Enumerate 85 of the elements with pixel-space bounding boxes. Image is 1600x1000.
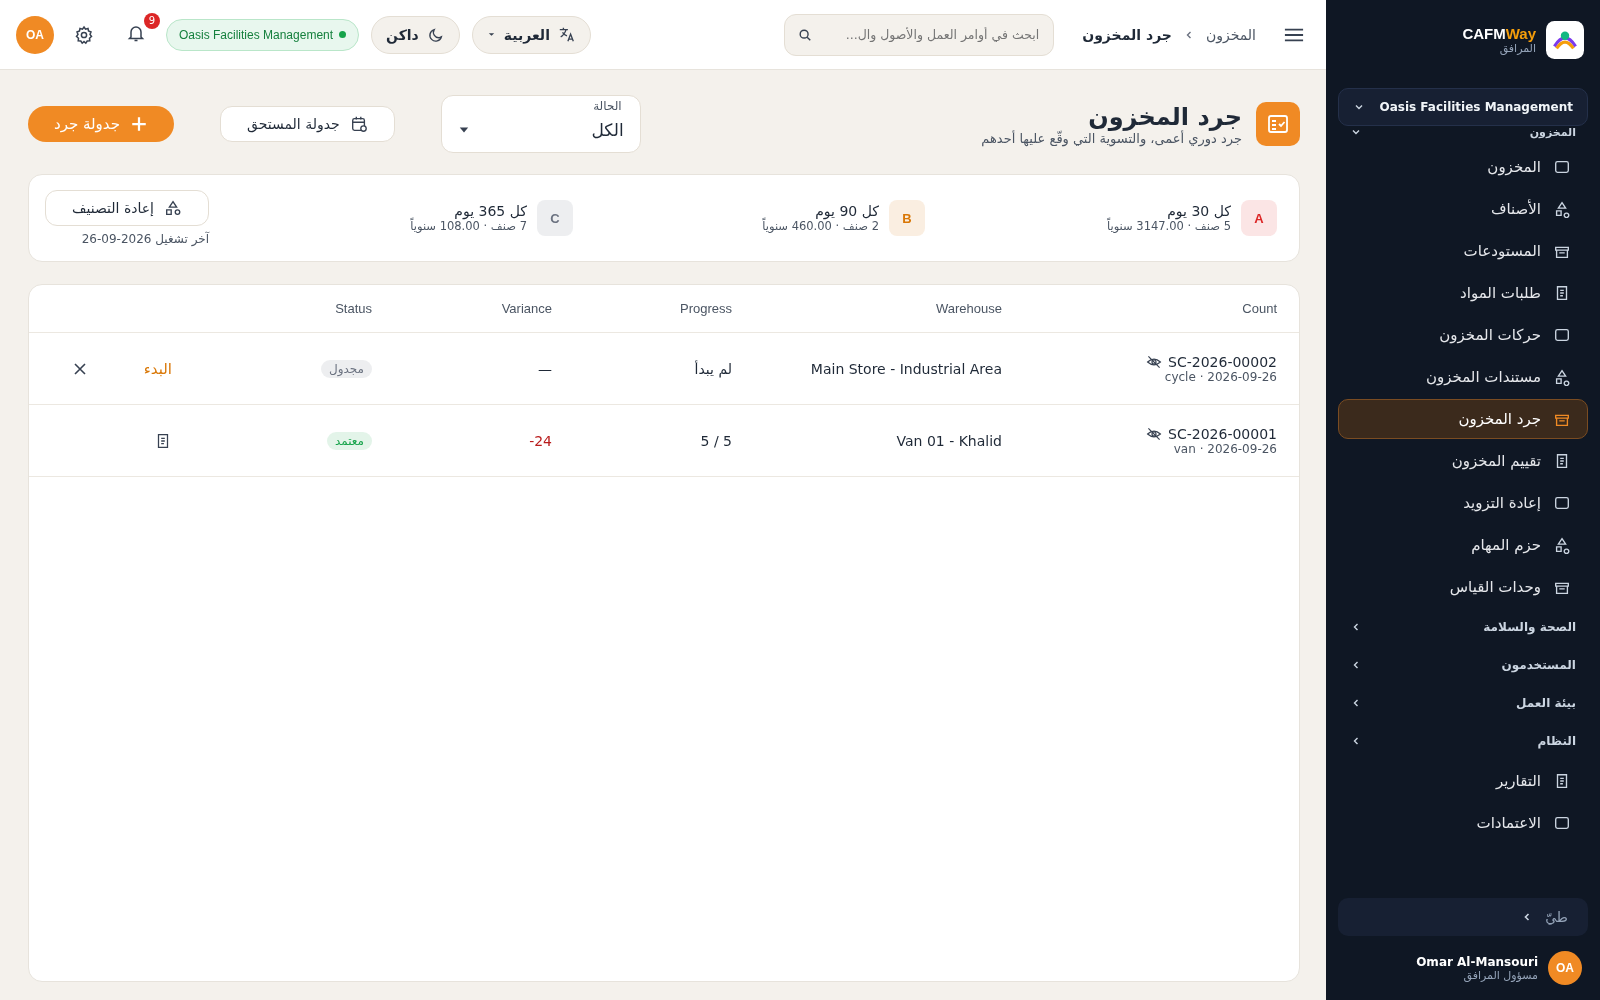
breadcrumb-link[interactable]: المخزون [1205,26,1256,43]
nav-item[interactable]: حركات المخزون [1338,315,1588,355]
search-field[interactable]: ابحث في أوامر العمل والأصول وال... [784,13,1055,56]
user-name: Omar Al-Mansouri [1416,954,1538,969]
nav-item[interactable]: جرد المخزون [1338,399,1588,439]
table-cell-text: لم يبدأ [693,360,732,377]
collapse-button[interactable]: طيّ [1338,898,1588,936]
notification-count: 9 [144,12,160,29]
shapes-icon [1553,200,1571,218]
box-icon [1553,158,1571,176]
nav-item[interactable]: حزم المهام [1338,525,1588,565]
shapes-icon [1553,368,1571,386]
checklist-icon [1256,102,1300,146]
organization-selector[interactable]: Oasis Facilities Management [1338,88,1588,126]
box-icon [1553,814,1571,832]
caret-icon [486,30,496,39]
column-header: Variance [500,301,552,316]
calendar-icon [349,115,368,133]
table-cell-text: -24 [528,432,552,449]
status-filter[interactable]: الحالة الكل [440,95,641,153]
nav-item[interactable]: المخزون [1338,147,1588,187]
column-header: Count [1241,301,1277,316]
language-selector[interactable]: العربية [471,15,591,54]
nav-item[interactable]: التقارير [1338,761,1588,801]
shapes-icon [1553,536,1571,554]
nav-group[interactable]: المستخدمون [1338,646,1588,684]
count-meta: cycle · 2026-09-26 [1164,369,1277,384]
class-summary: 7 صنف · 108.00 سنوياً [410,219,527,233]
nav-item[interactable]: طلبات المواد [1338,273,1588,313]
nav-item[interactable]: تقييم المخزون [1338,441,1588,481]
shapes-icon [164,199,182,217]
nav-item[interactable]: مستندات المخزون [1338,357,1588,397]
status-badge: معتمد [326,431,372,450]
close-icon[interactable] [71,360,88,377]
schedule-due-button[interactable]: جدولة المستحق [220,106,395,142]
menu-icon[interactable] [1284,26,1304,43]
table-cell-text: Main Store - Industrial Area [809,360,1002,377]
brand-subtitle: المرافق [1498,42,1536,55]
page-title: جرد المخزون [1087,102,1242,131]
logo-icon [1546,21,1584,59]
box-icon [1553,494,1571,512]
class-summary: 2 صنف · 460.00 سنوياً [762,219,879,233]
column-header: Progress [678,301,732,316]
last-run-text: آخر تشغيل 2026-09-26 [81,232,209,246]
table-cell-text: 5 / 5 [699,432,732,449]
status-badge: مجدول [321,359,372,378]
nav-item[interactable]: الاعتمادات [1338,803,1588,843]
status-filter-label: الحالة [592,99,623,113]
column-header: Status [334,301,372,316]
class-interval: كل 90 يوم [814,203,879,219]
class-interval: كل 365 يوم [453,203,527,219]
translate-icon [557,25,576,44]
search-icon [798,27,813,42]
theme-toggle[interactable]: داكن [371,15,460,54]
nav-group[interactable]: الصحة والسلامة [1338,608,1588,646]
table-cell-text: Van 01 - Khalid [895,432,1002,449]
reclassify-button[interactable]: إعادة التصنيف [45,190,209,226]
count-id[interactable]: SC-2026-00002 [1168,353,1277,370]
class-summary: 5 صنف · 3147.00 سنوياً [1106,219,1231,233]
settings-icon[interactable] [74,24,94,45]
class-badge: B [889,200,925,236]
class-badge: A [1241,200,1277,236]
page-subtitle: جرد دوري أعمى، والتسوية التي وقّع عليها أحدهم [981,130,1242,146]
eye-off-icon [1146,425,1163,442]
nav-item[interactable]: إعادة التزويد [1338,483,1588,523]
brand-name: CAFMWay [1462,25,1536,42]
class-badge: C [537,200,573,236]
nav-item[interactable]: الأصناف [1338,189,1588,229]
plus-icon [130,115,148,133]
nav-item[interactable]: المستودعات [1338,231,1588,271]
class-interval: كل 30 يوم [1166,203,1231,219]
count-id[interactable]: SC-2026-00001 [1168,425,1277,442]
user-role: مسؤول المرافق [1462,968,1538,982]
column-header: Warehouse [935,301,1002,316]
nav-group[interactable]: النظام [1338,722,1588,760]
box-icon [1553,326,1571,344]
breadcrumb-current: جرد المخزون [1082,26,1172,43]
nav-item[interactable]: وحدات القياس [1338,567,1588,607]
nav-group[interactable]: المخزون [1338,126,1588,146]
organization-badge: Oasis Facilities Management [166,18,360,51]
count-meta: van · 2026-09-26 [1173,441,1277,456]
user-avatar: OA [1548,951,1582,985]
nav-group[interactable]: بيئة العمل [1338,684,1588,722]
table-cell-text: — [537,360,552,377]
eye-off-icon [1146,353,1163,370]
